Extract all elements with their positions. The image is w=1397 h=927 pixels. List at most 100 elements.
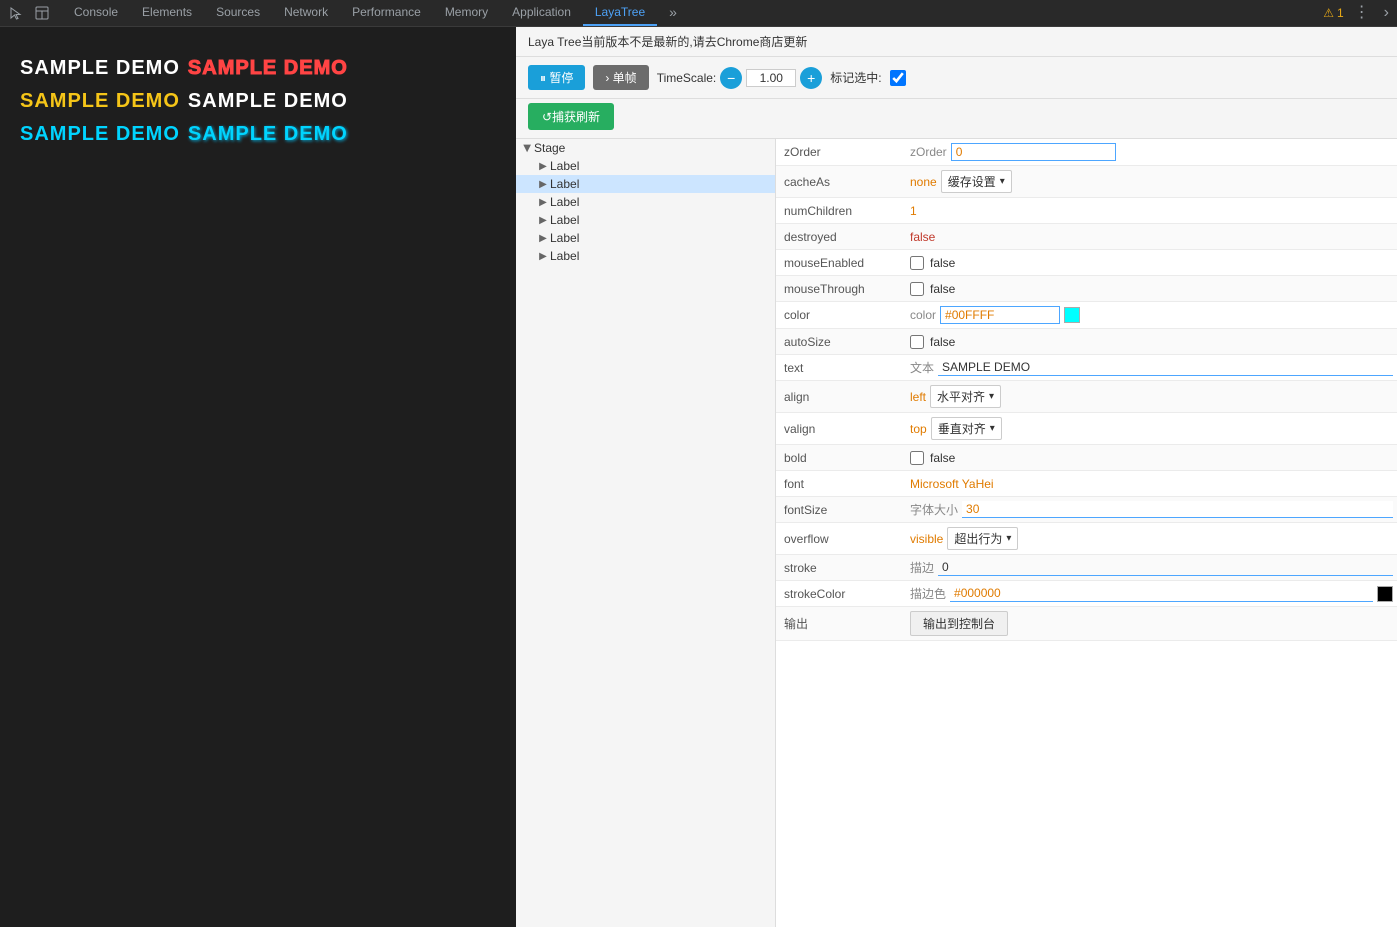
prop-tag-text: 文本 <box>910 359 934 376</box>
demo-text-yellow: SAMPLE DEMO <box>20 90 180 113</box>
timescale-label: TimeScale: <box>657 71 717 85</box>
item-4-label: Label <box>550 231 579 245</box>
prop-input-zorder[interactable] <box>951 143 1116 161</box>
prop-value-text: 文本 <box>906 357 1397 378</box>
prop-row-valign: valign top 垂直对齐 <box>776 413 1397 445</box>
tab-more[interactable]: » <box>657 0 689 26</box>
prop-val-font[interactable]: Microsoft YaHei <box>910 477 994 491</box>
demo-text-white: SAMPLE DEMO <box>20 57 180 80</box>
prop-value-autosize: false <box>906 333 1397 351</box>
tab-network[interactable]: Network <box>272 0 340 26</box>
timescale-plus-btn[interactable]: + <box>800 67 822 89</box>
prop-row-autosize: autoSize false <box>776 329 1397 355</box>
tree-item-2[interactable]: ▶ Label <box>516 193 775 211</box>
prop-row-color: color color <box>776 302 1397 329</box>
demo-text-cyan-2: SAMPLE DEMO <box>188 123 348 146</box>
prop-checkbox-mouseenabled[interactable] <box>910 256 924 270</box>
warning-icon: ⚠ <box>1323 6 1334 20</box>
prop-value-destroyed: false <box>906 228 1397 246</box>
right-panel: Laya Tree当前版本不是最新的,请去Chrome商店更新 ⏸ 暂停 › 单… <box>516 27 1397 927</box>
tree-item-3[interactable]: ▶ Label <box>516 211 775 229</box>
tab-layatree[interactable]: LayaTree <box>583 0 657 26</box>
demo-text-red-border: SAMPLE DEMO <box>188 57 348 80</box>
forward-btn[interactable]: › <box>1380 5 1393 21</box>
tab-sources[interactable]: Sources <box>204 0 272 26</box>
prop-row-font: font Microsoft YaHei <box>776 471 1397 497</box>
prop-btn-output[interactable]: 输出到控制台 <box>910 611 1008 636</box>
prop-row-mousethrough: mouseThrough false <box>776 276 1397 302</box>
tab-application[interactable]: Application <box>500 0 583 26</box>
prop-dropdown-cacheas[interactable]: 缓存设置 <box>941 170 1012 193</box>
prop-input-color[interactable] <box>940 306 1060 324</box>
tree-item-5[interactable]: ▶ Label <box>516 247 775 265</box>
canvas-content: SAMPLE DEMO SAMPLE DEMO SAMPLE DEMO SAMP… <box>0 27 516 184</box>
demo-row-2: SAMPLE DEMO SAMPLE DEMO <box>20 90 496 113</box>
tab-memory[interactable]: Memory <box>433 0 500 26</box>
dock-icon-btn[interactable] <box>30 1 54 25</box>
prop-checkbox-bold[interactable] <box>910 451 924 465</box>
prop-checkbox-mousethrough[interactable] <box>910 282 924 296</box>
props-panel: zOrder zOrder cacheAs none 缓存设置 <box>776 139 1397 927</box>
prop-row-destroyed: destroyed false <box>776 224 1397 250</box>
prop-name-autosize: autoSize <box>776 333 906 351</box>
prop-val-mousethrough: false <box>930 282 955 296</box>
color-swatch-color[interactable] <box>1064 307 1080 323</box>
cursor-icon-btn[interactable] <box>4 1 28 25</box>
tree-stage[interactable]: ▶ Stage <box>516 139 775 157</box>
timescale-minus-btn[interactable]: − <box>720 67 742 89</box>
prop-input-stroke[interactable] <box>938 559 1393 576</box>
prop-name-valign: valign <box>776 420 906 438</box>
item-0-label: Label <box>550 159 579 173</box>
tree-item-1[interactable]: ▶ Label <box>516 175 775 193</box>
demo-row-1: SAMPLE DEMO SAMPLE DEMO <box>20 57 496 80</box>
step-button[interactable]: › 单帧 <box>593 65 648 90</box>
prop-value-numchildren: 1 <box>906 202 1397 220</box>
capture-button[interactable]: ↺捕获刷新 <box>528 103 614 130</box>
prop-name-zorder: zOrder <box>776 143 906 161</box>
tree-item-4[interactable]: ▶ Label <box>516 229 775 247</box>
prop-name-stroke: stroke <box>776 559 906 577</box>
prop-tag-stroke: 描边 <box>910 559 934 576</box>
prop-dropdown-align[interactable]: 水平对齐 <box>930 385 1001 408</box>
capture-row: ↺捕获刷新 <box>516 99 1397 139</box>
toolbar-right: ⚠ 1 ⋮ › <box>1323 5 1393 21</box>
prop-value-fontsize: 字体大小 <box>906 499 1397 520</box>
prop-input-strokecolor[interactable] <box>950 585 1373 602</box>
prop-value-color: color <box>906 304 1397 326</box>
prop-val-align: left <box>910 390 926 404</box>
prop-row-strokecolor: strokeColor 描边色 <box>776 581 1397 607</box>
content-area: ▶ Stage ▶ Label ▶ Label ▶ Label ▶ Labe <box>516 139 1397 927</box>
main-layout: SAMPLE DEMO SAMPLE DEMO SAMPLE DEMO SAMP… <box>0 27 1397 927</box>
tab-performance[interactable]: Performance <box>340 0 433 26</box>
prop-row-output: 输出 输出到控制台 <box>776 607 1397 641</box>
tree-item-0[interactable]: ▶ Label <box>516 157 775 175</box>
tab-list: Console Elements Sources Network Perform… <box>62 0 1323 26</box>
prop-row-align: align left 水平对齐 <box>776 381 1397 413</box>
timescale-value-input[interactable] <box>746 69 796 87</box>
prop-row-bold: bold false <box>776 445 1397 471</box>
color-swatch-strokecolor[interactable] <box>1377 586 1393 602</box>
prop-dropdown-overflow[interactable]: 超出行为 <box>947 527 1018 550</box>
prop-dropdown-valign[interactable]: 垂直对齐 <box>931 417 1002 440</box>
tab-elements[interactable]: Elements <box>130 0 204 26</box>
prop-input-fontsize[interactable] <box>962 501 1393 518</box>
prop-tag-strokecolor: 描边色 <box>910 585 946 602</box>
prop-value-strokecolor: 描边色 <box>906 583 1397 604</box>
tab-console[interactable]: Console <box>62 0 130 26</box>
mark-checkbox[interactable] <box>890 70 906 86</box>
item-3-label: Label <box>550 213 579 227</box>
prop-val-autosize: false <box>930 335 955 349</box>
toolbar-icons <box>4 1 54 25</box>
prop-value-zorder: zOrder <box>906 141 1397 163</box>
prop-value-overflow: visible 超出行为 <box>906 525 1397 552</box>
prop-name-font: font <box>776 475 906 493</box>
item-3-arrow: ▶ <box>536 215 550 226</box>
prop-checkbox-autosize[interactable] <box>910 335 924 349</box>
prop-value-cacheas: none 缓存设置 <box>906 168 1397 195</box>
prop-row-fontsize: fontSize 字体大小 <box>776 497 1397 523</box>
prop-input-text[interactable] <box>938 359 1393 376</box>
prop-value-font: Microsoft YaHei <box>906 475 1397 493</box>
pause-button[interactable]: ⏸ 暂停 <box>528 65 585 90</box>
more-menu-btn[interactable]: ⋮ <box>1350 5 1374 21</box>
prop-row-zorder: zOrder zOrder <box>776 139 1397 166</box>
